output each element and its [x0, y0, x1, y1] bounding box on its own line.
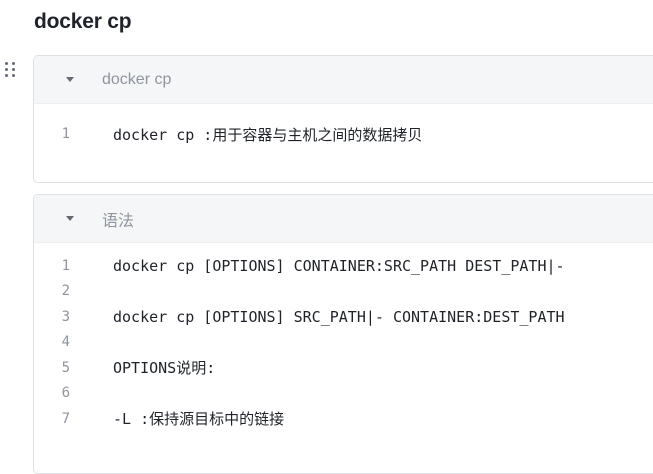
code-line[interactable]: 2 — [34, 279, 653, 305]
caret-down-icon[interactable] — [66, 77, 74, 82]
line-number: 1 — [61, 126, 70, 142]
code-block-title: docker cp — [102, 70, 172, 88]
code-text[interactable]: -L :保持源目标中的链接 — [113, 408, 284, 429]
code-line[interactable]: 1 docker cp [OPTIONS] CONTAINER:SRC_PATH… — [34, 253, 653, 279]
code-text[interactable]: OPTIONS说明: — [113, 357, 215, 378]
line-number: 6 — [61, 385, 70, 402]
code-text[interactable]: docker cp [OPTIONS] SRC_PATH|- CONTAINER… — [113, 308, 565, 326]
line-number: 5 — [61, 359, 70, 376]
code-block-title: 语法 — [102, 212, 135, 230]
code-text[interactable]: docker cp :用于容器与主机之间的数据拷贝 — [113, 124, 422, 145]
code-line[interactable]: 7 -L :保持源目标中的链接 — [34, 406, 653, 432]
code-body[interactable]: 1 docker cp [OPTIONS] CONTAINER:SRC_PATH… — [34, 243, 653, 432]
code-block-header[interactable]: docker cp — [34, 56, 653, 104]
caret-down-icon[interactable] — [66, 216, 74, 221]
line-number: 2 — [61, 283, 70, 300]
code-block-docker-cp[interactable]: docker cp 1 docker cp :用于容器与主机之间的数据拷贝 — [33, 55, 653, 183]
code-line[interactable]: 3 docker cp [OPTIONS] SRC_PATH|- CONTAIN… — [34, 304, 653, 330]
line-number: 7 — [61, 410, 70, 427]
code-line[interactable]: 1 docker cp :用于容器与主机之间的数据拷贝 — [34, 114, 653, 154]
code-body[interactable]: 1 docker cp :用于容器与主机之间的数据拷贝 — [34, 104, 653, 154]
code-text[interactable]: docker cp [OPTIONS] CONTAINER:SRC_PATH D… — [113, 257, 565, 275]
code-line[interactable]: 6 — [34, 381, 653, 407]
code-block-header[interactable]: 语法 — [34, 195, 653, 243]
line-number: 1 — [61, 257, 70, 274]
code-line[interactable]: 5 OPTIONS说明: — [34, 355, 653, 381]
drag-handle-icon[interactable] — [5, 62, 19, 78]
code-line[interactable]: 4 — [34, 330, 653, 356]
code-block-syntax[interactable]: 语法 1 docker cp [OPTIONS] CONTAINER:SRC_P… — [33, 194, 653, 474]
line-number: 4 — [61, 334, 70, 351]
page-title: docker cp — [34, 10, 132, 33]
line-number: 3 — [61, 308, 70, 325]
